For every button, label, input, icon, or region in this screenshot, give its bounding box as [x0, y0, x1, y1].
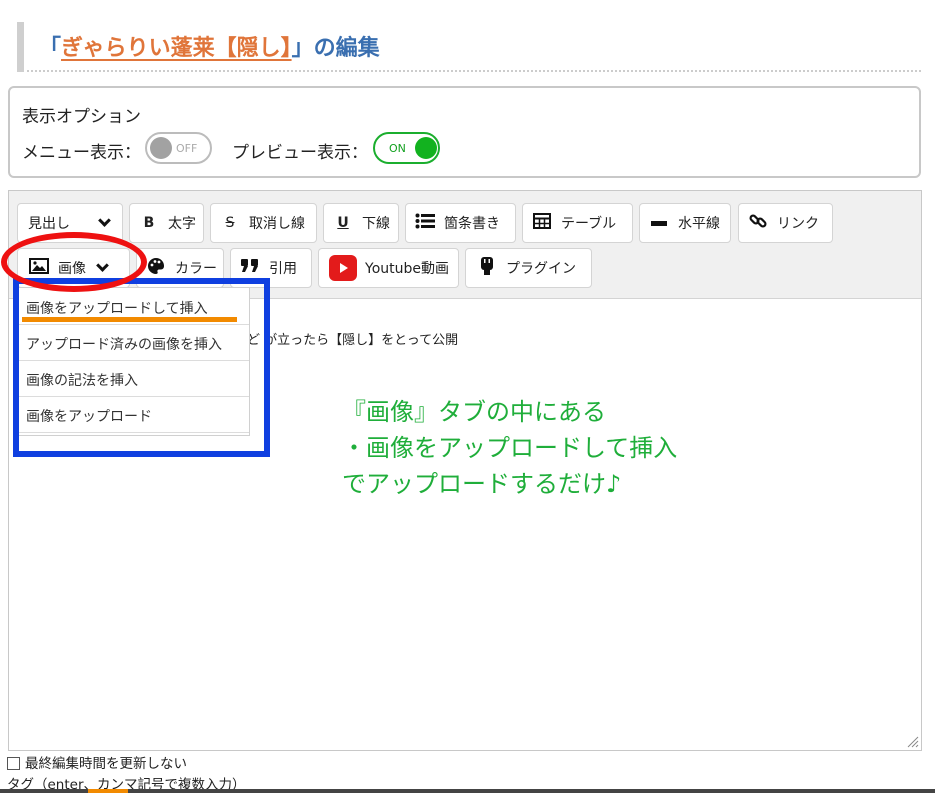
highlight-box [13, 278, 270, 457]
chevron-down-icon [98, 214, 111, 227]
page-title: 「ぎゃらりい蓬莱【隠し】」の編集 [39, 30, 380, 62]
display-options-title: 表示オプション [22, 107, 141, 127]
resize-grip-icon[interactable] [907, 736, 919, 748]
strikethrough-button[interactable]: S 取消し線 [210, 203, 317, 243]
annotation-line-2: ・画像をアップロードして挿入 [342, 434, 678, 462]
link-button[interactable]: リンク [738, 203, 833, 243]
highlight-circle [1, 232, 147, 292]
underline-label: 下線 [362, 216, 390, 232]
tag-input-accent [88, 789, 128, 793]
title-divider [27, 70, 921, 72]
youtube-icon [329, 255, 357, 281]
bold-button[interactable]: B 太字 [129, 203, 204, 243]
page-title-open: 「 [39, 36, 62, 61]
heading-label: 見出し [28, 216, 70, 232]
youtube-label: Youtube動画 [365, 261, 449, 277]
strikethrough-icon: S [225, 215, 235, 231]
color-label: カラー [175, 261, 217, 277]
bullet-list-button[interactable]: 箇条書き [405, 203, 516, 243]
menu-display-toggle-text: OFF [176, 142, 198, 155]
toggle-knob [415, 137, 437, 159]
preview-display-toggle[interactable]: ON [373, 132, 440, 164]
link-icon [747, 212, 769, 234]
annotation-line-1: 『画像』タブの中にある [342, 398, 606, 426]
plug-icon [476, 257, 498, 279]
page-title-link[interactable]: ぎゃらりい蓬莱【隠し】 [61, 36, 292, 61]
list-icon [414, 213, 436, 233]
display-options-panel: 表示オプション メニュー表示： OFF プレビュー表示： ON [8, 86, 921, 178]
no-update-time-checkbox[interactable] [7, 757, 20, 770]
link-label: リンク [777, 216, 819, 232]
youtube-button[interactable]: Youtube動画 [318, 248, 459, 288]
plugin-label: プラグイン [506, 261, 576, 277]
table-button[interactable]: テーブル [522, 203, 633, 243]
underline-button[interactable]: U 下線 [323, 203, 399, 243]
no-update-time-option[interactable]: 最終編集時間を更新しない [7, 752, 187, 772]
title-accent-bar [17, 22, 24, 72]
toggle-knob [150, 137, 172, 159]
preview-display-toggle-text: ON [389, 142, 406, 155]
annotation-text: 『画像』タブの中にある ・画像をアップロードして挿入 でアップロードするだけ♪ [342, 394, 677, 502]
bold-label: 太字 [168, 216, 196, 232]
table-label: テーブル [561, 216, 617, 232]
page-title-close: 」の編集 [291, 36, 380, 61]
bold-icon: B [143, 215, 155, 231]
editor-content-text[interactable]: ど が立ったら【隠し】をとって公開 [247, 329, 458, 348]
menu-display-label: メニュー表示： [22, 143, 141, 163]
quote-icon [239, 259, 261, 277]
strikethrough-label: 取消し線 [249, 216, 305, 232]
no-update-time-label: 最終編集時間を更新しない [25, 756, 187, 772]
horizontal-rule-button[interactable]: 水平線 [639, 203, 731, 243]
tag-input-border[interactable] [0, 789, 935, 793]
table-icon [531, 213, 553, 233]
bullet-list-label: 箇条書き [444, 216, 500, 232]
menu-display-toggle[interactable]: OFF [145, 132, 212, 164]
underline-icon: U [337, 215, 349, 231]
preview-display-label: プレビュー表示： [232, 143, 368, 163]
page-header: 「ぎゃらりい蓬莱【隠し】」の編集 [17, 22, 921, 74]
plugin-button[interactable]: プラグイン [465, 248, 592, 288]
minus-icon [648, 215, 670, 231]
palette-icon [145, 257, 167, 279]
annotation-line-3: でアップロードするだけ♪ [342, 470, 622, 498]
quote-label: 引用 [269, 261, 297, 277]
horizontal-rule-label: 水平線 [678, 216, 720, 232]
